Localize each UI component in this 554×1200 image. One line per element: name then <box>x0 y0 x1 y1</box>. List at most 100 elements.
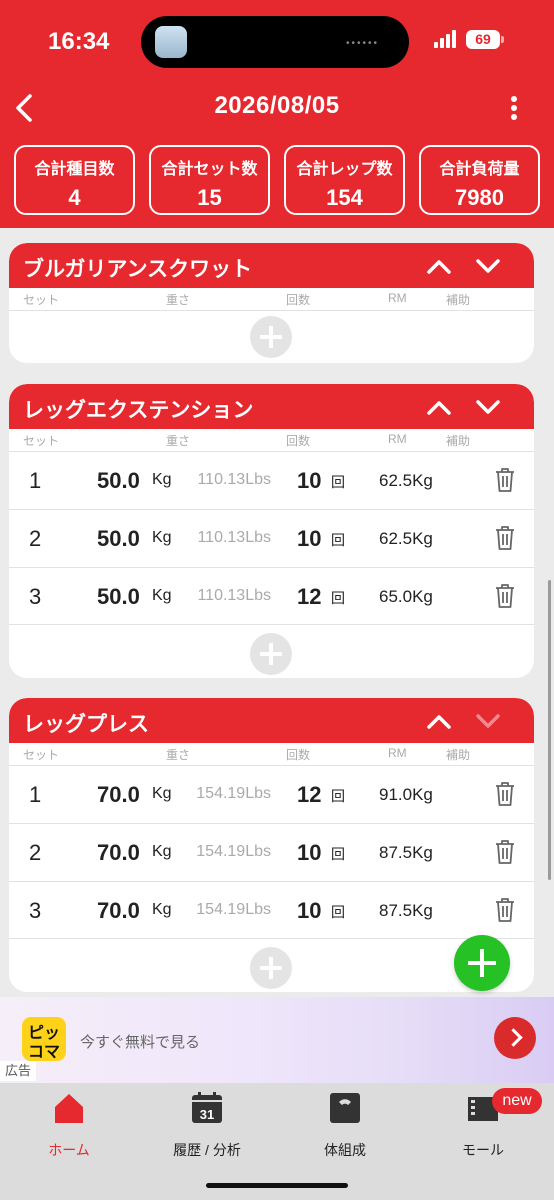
calendar-day: 31 <box>200 1107 214 1122</box>
weight-lbs: 154.19Lbs <box>196 843 271 860</box>
reps-unit: 回 <box>331 846 345 862</box>
tab-home[interactable]: ホーム <box>0 1091 138 1160</box>
trash-icon[interactable] <box>493 780 517 808</box>
stat-value: 4 <box>68 185 81 210</box>
exercise-card: ブルガリアンスクワット セット 重さ 回数 RM 補助 <box>9 243 534 363</box>
tab-label: モール <box>462 1142 504 1158</box>
move-down-icon[interactable] <box>474 396 502 418</box>
ad-label: 広告 <box>0 1061 36 1081</box>
col-weight: 重さ <box>166 748 191 762</box>
weight-lbs: 154.19Lbs <box>196 785 271 802</box>
exercise-name: ブルガリアンスクワット <box>23 258 253 281</box>
home-icon <box>55 1094 83 1123</box>
col-reps: 回数 <box>286 748 311 762</box>
column-header: セット 重さ 回数 RM 補助 <box>9 743 534 765</box>
reps-value[interactable]: 10 <box>297 468 321 494</box>
add-set-row <box>9 625 534 678</box>
col-set: セット <box>23 434 60 448</box>
set-number: 2 <box>29 840 42 865</box>
tab-label: ホーム <box>48 1142 90 1158</box>
set-row[interactable]: 1 50.0 Kg 110.13Lbs 10 回 62.5Kg <box>9 451 534 509</box>
move-down-icon-disabled <box>476 714 500 728</box>
trash-icon[interactable] <box>493 466 517 494</box>
rm-value: 87.5Kg <box>379 901 433 920</box>
calendar-icon: 31 <box>192 1092 222 1123</box>
ad-banner[interactable]: ピッ コマ 今すぐ無料で見る 広告 <box>0 997 554 1083</box>
trash-icon[interactable] <box>493 524 517 552</box>
move-up-icon[interactable] <box>425 255 453 277</box>
weight-unit: Kg <box>152 901 172 918</box>
trash-icon[interactable] <box>493 838 517 866</box>
reps-value[interactable]: 12 <box>297 782 321 808</box>
scrollbar[interactable] <box>548 580 551 880</box>
trash-icon[interactable] <box>493 582 517 610</box>
exercise-header[interactable]: レッグエクステンション <box>9 384 534 429</box>
weight-unit: Kg <box>152 587 172 604</box>
weight-value[interactable]: 70.0 <box>97 898 140 924</box>
reps-unit: 回 <box>331 590 345 606</box>
set-row[interactable]: 2 70.0 Kg 154.19Lbs 10 回 87.5Kg <box>9 823 534 881</box>
move-down-icon[interactable] <box>474 255 502 277</box>
rm-value: 62.5Kg <box>379 471 433 490</box>
more-options-icon[interactable] <box>500 90 528 126</box>
dynamic-island: •••••• <box>141 16 409 68</box>
nav-bar: 2026/08/05 <box>0 84 554 130</box>
weight-unit: Kg <box>152 785 172 802</box>
reps-value[interactable]: 10 <box>297 526 321 552</box>
reps-value[interactable]: 10 <box>297 840 321 866</box>
weight-value[interactable]: 50.0 <box>97 526 140 552</box>
stat-label: 合計セット数 <box>161 161 258 178</box>
weight-lbs: 154.19Lbs <box>196 901 271 918</box>
col-rm: RM <box>388 432 407 446</box>
set-row[interactable]: 3 50.0 Kg 110.13Lbs 12 回 65.0Kg <box>9 567 534 625</box>
exercise-header[interactable]: レッグプレス <box>9 698 534 743</box>
stat-label: 合計負荷量 <box>439 161 520 178</box>
add-set-button[interactable] <box>250 316 292 358</box>
exercise-name: レッグプレス <box>23 713 149 736</box>
move-up-icon[interactable] <box>425 396 453 418</box>
tab-body-composition[interactable]: 体組成 <box>276 1091 414 1160</box>
set-row[interactable]: 2 50.0 Kg 110.13Lbs 10 回 62.5Kg <box>9 509 534 567</box>
set-row[interactable]: 1 70.0 Kg 154.19Lbs 12 回 91.0Kg <box>9 765 534 823</box>
add-set-button[interactable] <box>250 633 292 675</box>
rm-value: 87.5Kg <box>379 843 433 862</box>
weight-value[interactable]: 50.0 <box>97 584 140 610</box>
trash-icon[interactable] <box>493 896 517 924</box>
weight-unit: Kg <box>152 843 172 860</box>
add-set-row <box>9 310 534 363</box>
weight-value[interactable]: 70.0 <box>97 782 140 808</box>
add-set-button[interactable] <box>250 947 292 989</box>
rm-value: 62.5Kg <box>379 529 433 548</box>
weight-value[interactable]: 50.0 <box>97 468 140 494</box>
col-assist: 補助 <box>446 748 471 762</box>
set-row[interactable]: 3 70.0 Kg 154.19Lbs 10 回 87.5Kg <box>9 881 534 939</box>
exercise-header[interactable]: ブルガリアンスクワット <box>9 243 534 288</box>
col-set: セット <box>23 293 60 307</box>
reps-value[interactable]: 10 <box>297 898 321 924</box>
set-number: 2 <box>29 526 42 551</box>
weight-lbs: 110.13Lbs <box>197 529 271 546</box>
set-number: 3 <box>29 898 42 923</box>
col-weight: 重さ <box>166 293 191 307</box>
add-exercise-button[interactable] <box>454 935 510 991</box>
move-up-icon[interactable] <box>425 710 453 732</box>
col-rm: RM <box>388 291 407 305</box>
ad-open-button[interactable] <box>494 1017 536 1059</box>
scale-icon <box>330 1093 360 1123</box>
now-playing-thumbnail <box>155 26 187 58</box>
home-indicator <box>206 1183 348 1188</box>
tab-history[interactable]: 31 履歴 / 分析 <box>138 1091 276 1160</box>
ad-logo-text: コマ <box>28 1044 61 1061</box>
exercise-name: レッグエクステンション <box>23 399 254 422</box>
col-weight: 重さ <box>166 434 191 448</box>
col-rm: RM <box>388 746 407 760</box>
ad-text: 今すぐ無料で見る <box>80 1034 201 1051</box>
ad-app-logo: ピッ コマ <box>22 1017 66 1061</box>
rm-value: 91.0Kg <box>379 785 433 804</box>
weight-lbs: 110.13Lbs <box>197 587 271 604</box>
weight-value[interactable]: 70.0 <box>97 840 140 866</box>
reps-value[interactable]: 12 <box>297 584 321 610</box>
island-dots: •••••• <box>345 38 379 49</box>
battery-icon: 69 <box>466 30 504 49</box>
new-badge: new <box>492 1088 542 1114</box>
